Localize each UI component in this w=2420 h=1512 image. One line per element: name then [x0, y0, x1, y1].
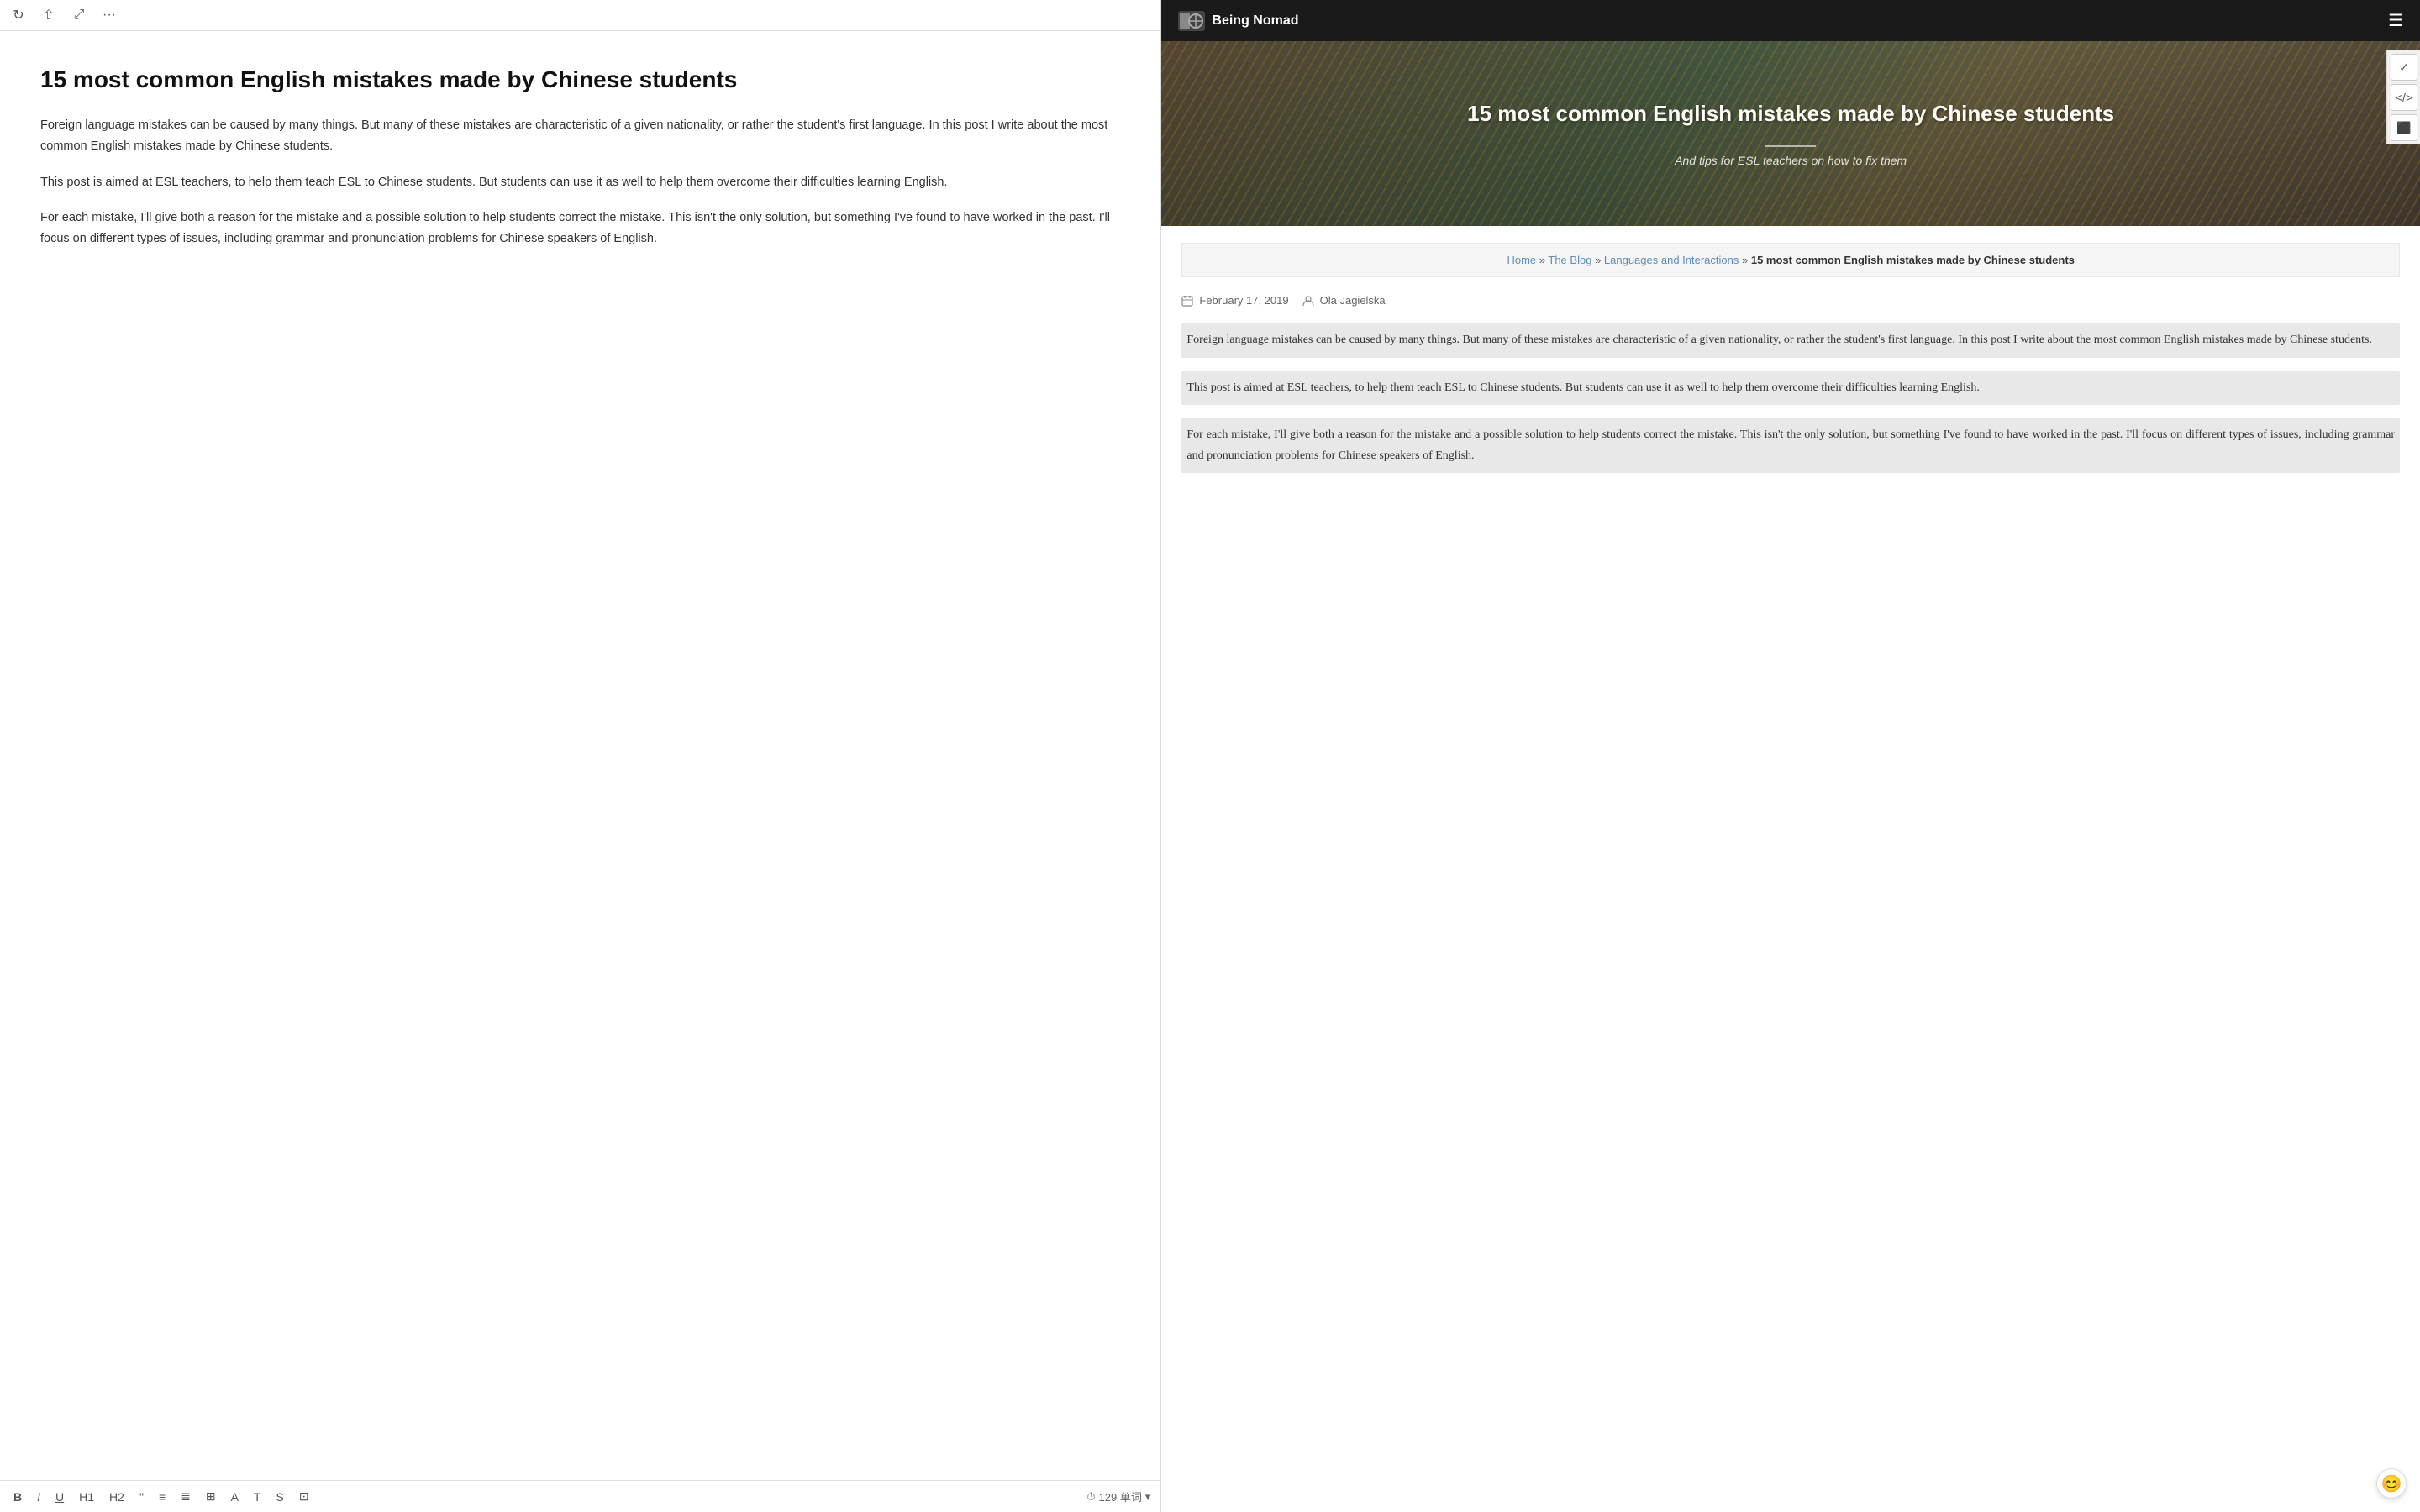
right-panel: Being Nomad ☰ 15 most common English mis…: [1161, 0, 2420, 1512]
underline-button[interactable]: U: [52, 1488, 67, 1505]
article-body: Home » The Blog » Languages and Interact…: [1161, 226, 2420, 503]
article-author: Ola Jagielska: [1302, 294, 1386, 307]
site-logo: Being Nomad: [1178, 11, 1298, 31]
layer-icon[interactable]: ⬛: [2391, 114, 2417, 141]
hero-divider: [1765, 145, 1816, 147]
site-header: Being Nomad ☰: [1161, 0, 2420, 41]
refresh-icon[interactable]: ↻: [10, 7, 27, 24]
breadcrumb-current: 15 most common English mistakes made by …: [1751, 254, 2075, 266]
list-bullet-button[interactable]: ≡: [155, 1488, 169, 1505]
browser-frame: Being Nomad ☰ 15 most common English mis…: [1161, 0, 2420, 1512]
hero-section: 15 most common English mistakes made by …: [1161, 41, 2420, 226]
bottom-toolbar: B I U H1 H2 " ≡ ≣ ⊞ A T S ⊡ ⏱ 129 单词 ▾: [0, 1480, 1160, 1512]
word-count: ⏱ 129 单词 ▾: [1086, 1488, 1150, 1504]
article-date: February 17, 2019: [1181, 294, 1288, 307]
logo-text: Being Nomad: [1212, 13, 1298, 29]
breadcrumb-category[interactable]: Languages and Interactions: [1604, 254, 1739, 266]
breadcrumb-blog[interactable]: The Blog: [1548, 254, 1591, 266]
article-para-2: This post is aimed at ESL teachers, to h…: [40, 172, 1120, 193]
hamburger-menu[interactable]: ☰: [2388, 10, 2403, 31]
article-paragraph-1: Foreign language mistakes can be caused …: [1181, 323, 2400, 358]
article-para-3: For each mistake, I'll give both a reaso…: [40, 207, 1120, 249]
left-content: 15 most common English mistakes made by …: [0, 31, 1160, 1480]
breadcrumb-sep-1: »: [1539, 254, 1549, 266]
check-icon[interactable]: ✓: [2391, 54, 2417, 81]
strikethrough-button[interactable]: S: [272, 1488, 287, 1505]
breadcrumb-home[interactable]: Home: [1507, 254, 1536, 266]
quote-button[interactable]: ": [136, 1488, 147, 1505]
hero-title: 15 most common English mistakes made by …: [1467, 100, 2114, 129]
heading2-button[interactable]: H2: [106, 1488, 128, 1505]
left-panel: ↻ ⇧ ⤢ ··· 15 most common English mistake…: [0, 0, 1161, 1512]
typewriter-button[interactable]: T: [250, 1488, 265, 1505]
dropdown-icon[interactable]: ▾: [1145, 1490, 1151, 1504]
hero-subtitle: And tips for ESL teachers on how to fix …: [1675, 154, 1907, 167]
underline2-button[interactable]: A: [228, 1488, 242, 1505]
article-para-1: Foreign language mistakes can be caused …: [40, 115, 1120, 156]
article-paragraph-2: This post is aimed at ESL teachers, to h…: [1181, 371, 2400, 406]
emoji-button[interactable]: 😊: [2376, 1468, 2407, 1499]
list-number-button[interactable]: ≣: [177, 1488, 194, 1505]
article-paragraph-3: For each mistake, I'll give both a reaso…: [1181, 418, 2400, 473]
breadcrumb: Home » The Blog » Languages and Interact…: [1181, 243, 2400, 277]
link-button[interactable]: ⊞: [203, 1488, 219, 1505]
italic-button[interactable]: I: [34, 1488, 44, 1505]
breadcrumb-sep-3: »: [1742, 254, 1751, 266]
left-toolbar: ↻ ⇧ ⤢ ···: [0, 0, 1160, 31]
more-icon[interactable]: ···: [101, 7, 118, 24]
right-sidebar: ✓ </> ⬛: [2386, 50, 2420, 144]
code-icon[interactable]: </>: [2391, 84, 2417, 111]
bold-button[interactable]: B: [10, 1488, 25, 1505]
article-title: 15 most common English mistakes made by …: [40, 65, 1120, 95]
image-button[interactable]: ⊡: [296, 1488, 313, 1505]
heading1-button[interactable]: H1: [76, 1488, 97, 1505]
breadcrumb-sep-2: »: [1595, 254, 1604, 266]
expand-icon[interactable]: ⤢: [71, 7, 87, 24]
logo-icon: [1178, 11, 1205, 31]
word-count-value: 129 单词: [1099, 1488, 1142, 1504]
article-meta: February 17, 2019 Ola Jagielska: [1181, 294, 2400, 307]
share-icon[interactable]: ⇧: [40, 7, 57, 24]
clock-icon: ⏱: [1086, 1490, 1095, 1504]
